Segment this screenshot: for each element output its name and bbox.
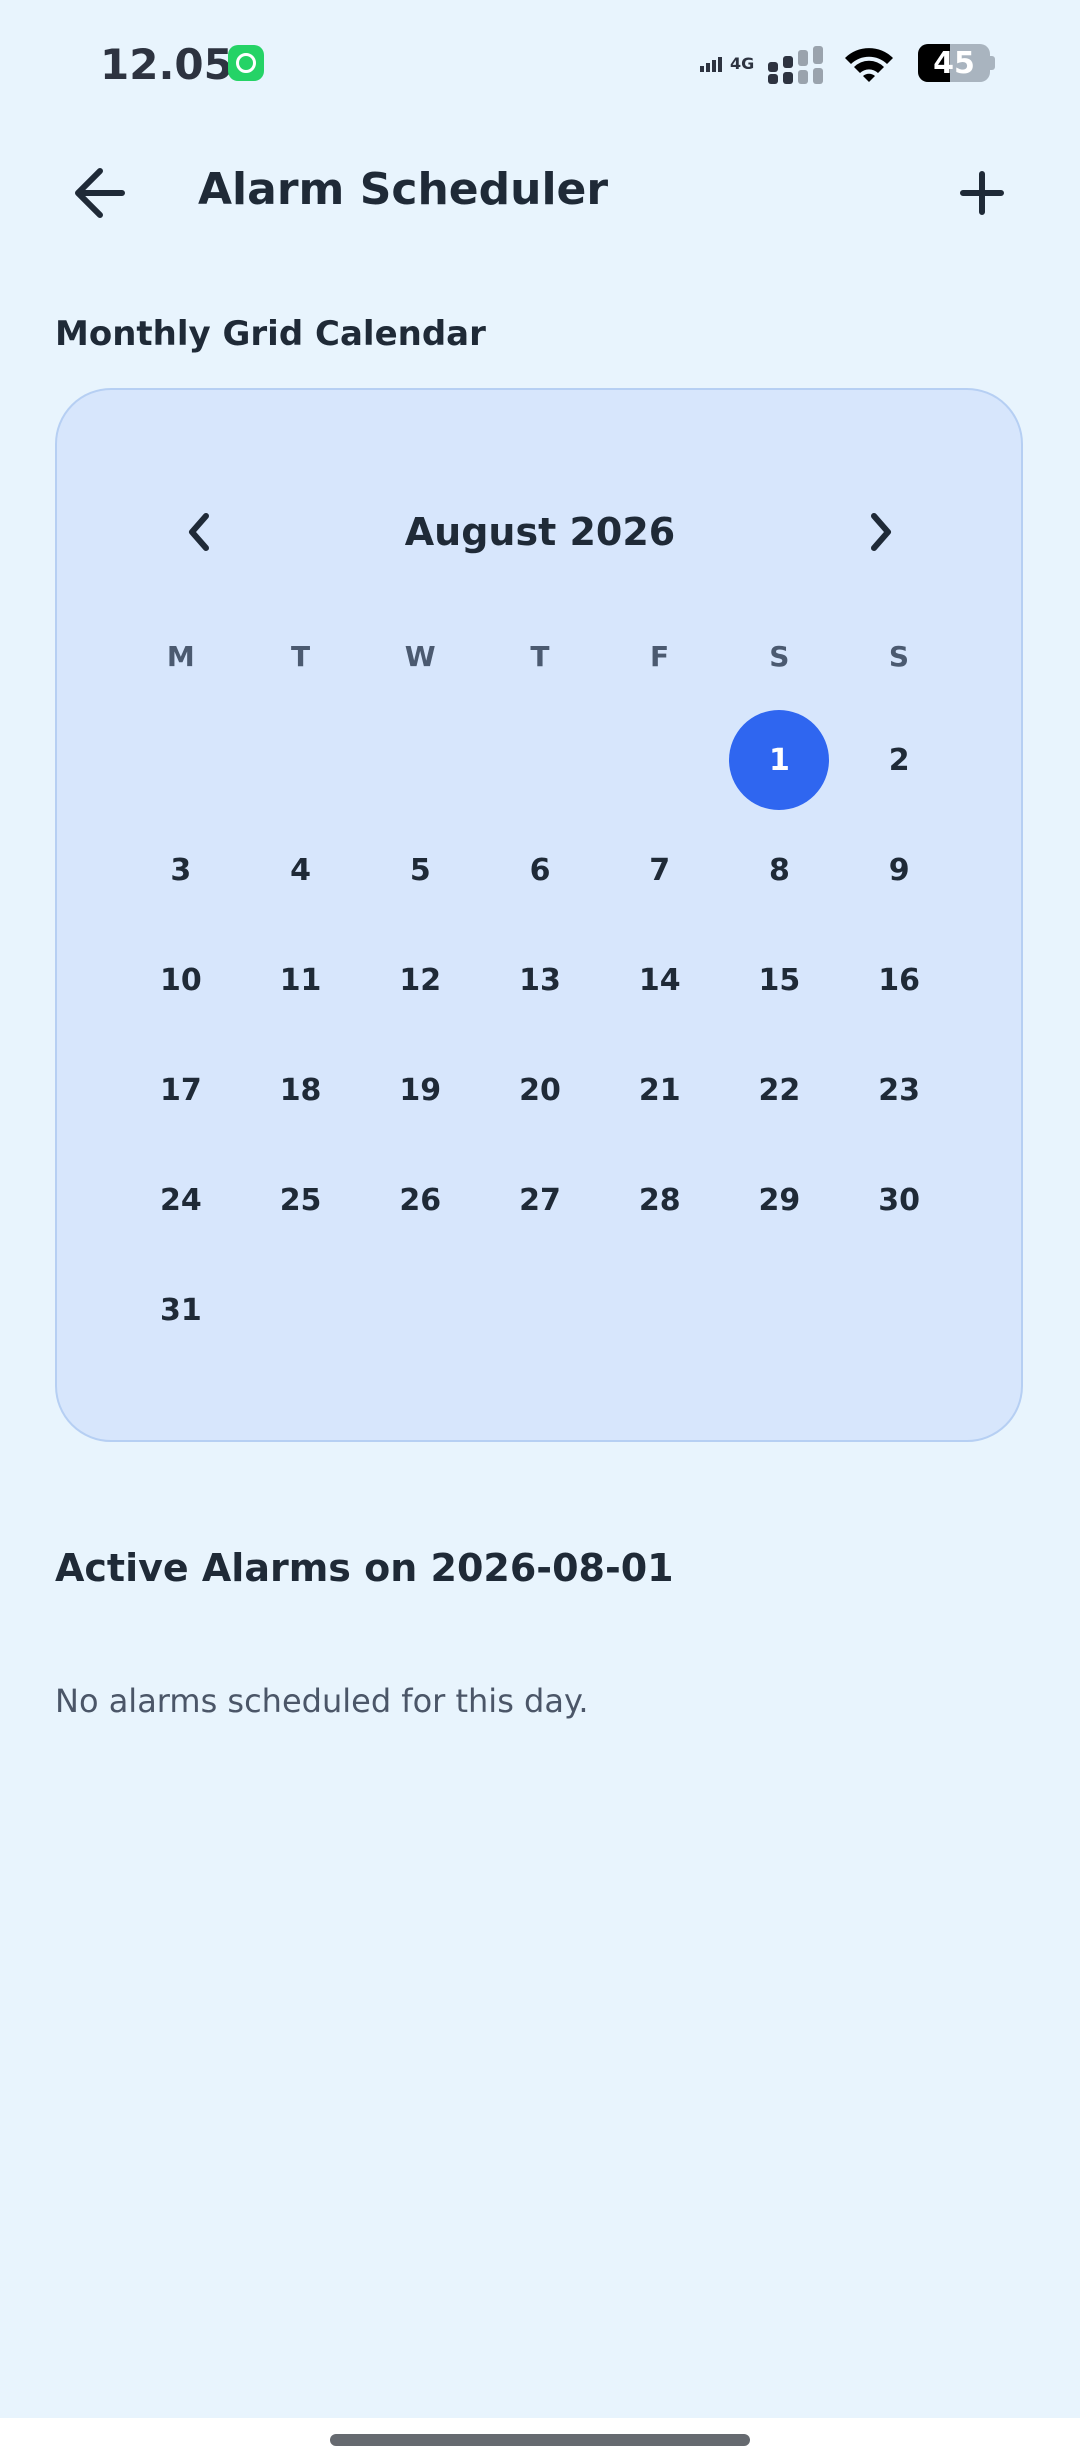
calendar-day[interactable]: 24 — [131, 1150, 231, 1250]
calendar-day[interactable]: 10 — [131, 930, 231, 1030]
calendar-day[interactable]: 3 — [131, 820, 231, 920]
signal-small-icon — [700, 57, 722, 72]
calendar-day[interactable]: 14 — [610, 930, 710, 1030]
month-label: August 2026 — [404, 510, 676, 554]
empty-alarms-message: No alarms scheduled for this day. — [55, 1682, 589, 1720]
weekday-label: T — [290, 640, 311, 673]
network-type: 4G — [730, 54, 755, 73]
calendar-day[interactable]: 18 — [251, 1040, 351, 1140]
calendar-day[interactable]: 15 — [729, 930, 829, 1030]
calendar-day[interactable]: 7 — [610, 820, 710, 920]
back-button[interactable] — [60, 160, 140, 226]
calendar-day[interactable]: 11 — [251, 930, 351, 1030]
calendar-day-grid: 1 2 3 4 5 6 7 8 9 10 11 12 13 14 15 16 17 18 19 20 21 22 23 24 2… — [121, 705, 959, 1365]
weekday-label: T — [530, 640, 550, 673]
calendar-day[interactable]: 16 — [849, 930, 949, 1030]
active-alarms-title: Active Alarms on 2026-08-01 — [55, 1546, 674, 1590]
next-month-button[interactable] — [854, 500, 910, 564]
calendar-day[interactable]: 9 — [849, 820, 949, 920]
whatsapp-notification-icon — [228, 45, 264, 81]
calendar-day[interactable]: 17 — [131, 1040, 231, 1140]
calendar-day[interactable]: 26 — [370, 1150, 470, 1250]
weekday-header: M T W T F S S — [121, 640, 959, 680]
calendar-day[interactable]: 4 — [251, 820, 351, 920]
weekday-label: W — [404, 640, 436, 673]
calendar-day[interactable]: 30 — [849, 1150, 949, 1250]
calendar-day[interactable]: 6 — [490, 820, 590, 920]
wifi-icon — [845, 48, 893, 82]
calendar-day[interactable]: 19 — [370, 1040, 470, 1140]
calendar-day[interactable]: 5 — [370, 820, 470, 920]
home-indicator[interactable] — [330, 2434, 750, 2446]
signal-strength-icon — [768, 46, 823, 84]
weekday-label: F — [650, 640, 670, 673]
battery-percent: 45 — [933, 46, 975, 81]
chevron-right-icon — [871, 513, 891, 551]
calendar-day[interactable]: 31 — [131, 1260, 231, 1360]
calendar-day[interactable]: 21 — [610, 1040, 710, 1140]
calendar-section-title: Monthly Grid Calendar — [55, 314, 486, 354]
battery-tip — [990, 56, 995, 70]
arrow-left-icon — [75, 168, 125, 218]
calendar-day[interactable]: 27 — [490, 1150, 590, 1250]
weekday-label: M — [166, 640, 195, 673]
status-time: 12.05 — [100, 40, 233, 89]
calendar-day[interactable]: 25 — [251, 1150, 351, 1250]
add-alarm-button[interactable] — [944, 160, 1020, 226]
calendar-day[interactable]: 22 — [729, 1040, 829, 1140]
plus-icon — [960, 171, 1004, 215]
weekday-label: S — [769, 640, 790, 673]
previous-month-button[interactable] — [170, 500, 226, 564]
calendar-day[interactable]: 23 — [849, 1040, 949, 1140]
battery-icon: 45 — [918, 44, 990, 82]
calendar-day[interactable]: 8 — [729, 820, 829, 920]
weekday-label: S — [888, 640, 910, 673]
status-bar: 12.05 4G 45 — [0, 0, 1080, 130]
calendar-day[interactable]: 2 — [849, 710, 949, 810]
calendar-day[interactable]: 29 — [729, 1150, 829, 1250]
chevron-left-icon — [189, 513, 209, 551]
calendar-day-selected[interactable]: 1 — [729, 710, 830, 810]
page-title: Alarm Scheduler — [198, 164, 609, 215]
calendar-day[interactable]: 12 — [370, 930, 470, 1030]
calendar-day[interactable]: 28 — [610, 1150, 710, 1250]
calendar-day[interactable]: 20 — [490, 1040, 590, 1140]
calendar-day[interactable]: 13 — [490, 930, 590, 1030]
